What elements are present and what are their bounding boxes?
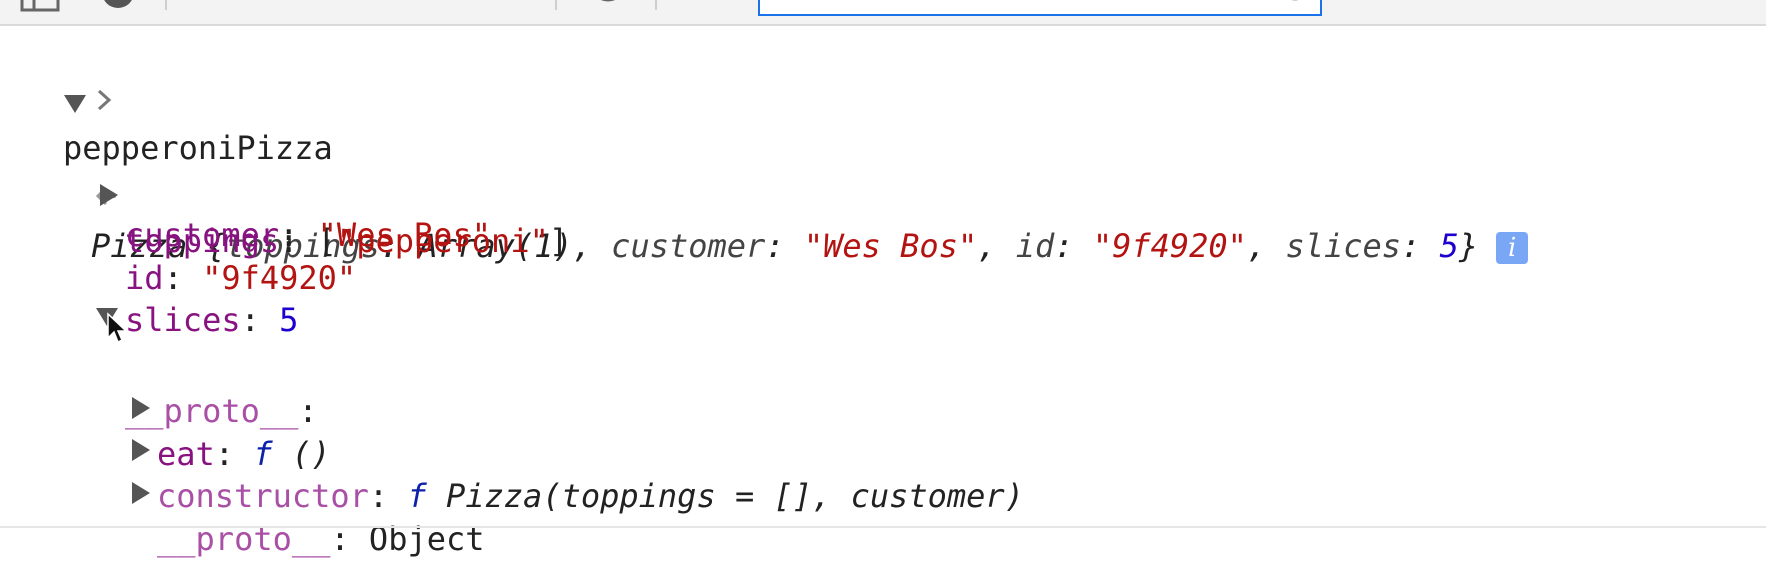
property-number-value: 5 (279, 301, 299, 339)
property-row-slices: slices: 5 (125, 301, 299, 339)
summary-string-value: "Wes Bos" (803, 227, 978, 265)
info-icon[interactable]: i (1496, 232, 1529, 264)
eye-icon[interactable] (590, 0, 626, 12)
property-string-value: "Wes Bos" (317, 216, 492, 254)
toolbar-separator (555, 0, 557, 10)
function-keyword: f (253, 435, 273, 473)
function-keyword: f (407, 477, 427, 515)
devtools-toolbar (0, 0, 1766, 26)
summary-key: slices (1285, 227, 1402, 265)
proto-key: __proto__ (125, 392, 299, 430)
property-row-toppings[interactable]: toppings: ["pepperoni"] (0, 121, 568, 260)
property-row-customer: customer: "Wes Bos" (125, 216, 492, 254)
sidebar-toggle-icon[interactable] (20, 0, 60, 12)
method-key: eat (157, 435, 215, 473)
triangle-down-icon[interactable] (64, 78, 86, 126)
triangle-right-icon[interactable] (132, 467, 150, 515)
clear-console-icon[interactable] (100, 0, 136, 12)
array-close: ] (548, 222, 569, 260)
triangle-right-icon[interactable] (100, 169, 118, 217)
property-row-id: id: "9f4920" (125, 259, 357, 297)
console-input-line: pepperoniPizza (0, 28, 333, 167)
property-row-proto[interactable]: __proto__: (0, 291, 318, 430)
console-result-line[interactable]: Pizza {toppings: Array(1), customer: "We… (0, 78, 1766, 265)
property-string-value: "9f4920" (202, 259, 357, 297)
function-signature: () (272, 435, 331, 473)
function-signature: Pizza(toppings = [], customer) (426, 477, 1024, 515)
clear-filter-icon[interactable] (1280, 0, 1310, 6)
property-key: customer (125, 216, 280, 254)
console-divider (0, 526, 1766, 528)
proto-row-constructor[interactable]: constructor: f Pizza(toppings = [], cust… (0, 376, 1024, 515)
summary-string-value: "9f4920" (1092, 227, 1247, 265)
proto-row-eat[interactable]: eat: f () (0, 334, 330, 473)
close-brace: } (1458, 227, 1479, 265)
property-key: id (125, 259, 164, 297)
toolbar-separator (165, 0, 167, 10)
toolbar-separator (655, 0, 657, 10)
mouse-cursor-icon (107, 312, 128, 344)
filter-input[interactable] (758, 0, 1322, 16)
method-key: constructor (157, 477, 369, 515)
property-key: slices (125, 301, 241, 339)
summary-key: id (1015, 227, 1055, 265)
summary-number-value: 5 (1439, 227, 1459, 265)
triangle-right-icon[interactable] (132, 424, 150, 472)
proto-row-object[interactable]: __proto__: Object (0, 419, 485, 558)
triangle-right-icon[interactable] (132, 382, 150, 430)
summary-key: customer (611, 227, 766, 265)
